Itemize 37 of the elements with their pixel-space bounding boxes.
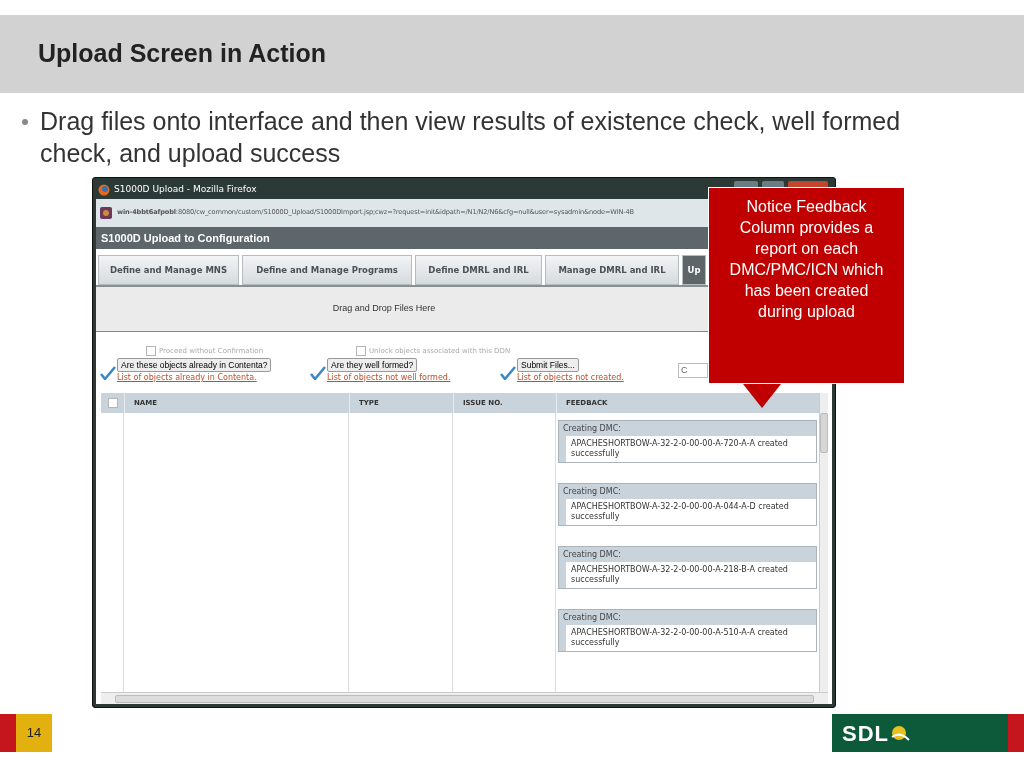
app-title: S1000D Upload to Configuration: [101, 230, 270, 246]
step-button[interactable]: Are they well formed?: [327, 358, 418, 372]
site-icon: [100, 207, 112, 219]
logo-text: SDL: [842, 719, 889, 748]
globe-icon: [890, 723, 910, 743]
checkbox[interactable]: [107, 398, 118, 408]
bullet-text: Drag files onto interface and then view results of existence check, well formed check, and upload success: [40, 106, 902, 169]
tab[interactable]: Define DMRL and IRL: [415, 255, 542, 285]
result-link[interactable]: List of objects already in Contenta.: [117, 372, 257, 384]
step-button[interactable]: Submit Files...: [517, 358, 579, 372]
vertical-scrollbar[interactable]: [819, 393, 828, 692]
accent-stripe: [0, 714, 16, 752]
feedback-heading: Creating DMC:: [563, 485, 621, 498]
input-field[interactable]: C: [678, 362, 708, 378]
checkbox[interactable]: [146, 346, 156, 356]
browser-icon: [98, 184, 110, 196]
step-button[interactable]: Are these objects already in Contenta?: [117, 358, 272, 372]
tab[interactable]: Up: [682, 255, 706, 285]
bullet-icon: [22, 119, 28, 125]
result-link[interactable]: List of objects not well formed.: [327, 372, 451, 384]
feedback-message: APACHESHORTBOW-A-32-2-0-00-00-A-218-B-A created successfully: [570, 564, 789, 586]
tab[interactable]: Define and Manage MNS: [98, 255, 239, 285]
tab[interactable]: Define and Manage Programs: [242, 255, 412, 285]
window-title: S1000D Upload - Mozilla Firefox: [114, 183, 257, 197]
checkbox[interactable]: [356, 346, 366, 356]
result-link[interactable]: List of objects not created.: [517, 372, 624, 384]
feedback-message: APACHESHORTBOW-A-32-2-0-00-00-A-720-A-A created successfully: [570, 438, 789, 460]
page-number: 14: [26, 724, 42, 743]
tab[interactable]: Manage DMRL and IRL: [545, 255, 679, 285]
feedback-message: APACHESHORTBOW-A-32-2-0-00-00-A-044-A-D created successfully: [570, 501, 790, 523]
accent-stripe: [1008, 714, 1024, 752]
slide-title: Upload Screen in Action: [38, 38, 326, 70]
feedback-heading: Creating DMC:: [563, 548, 621, 561]
feedback-message: APACHESHORTBOW-A-32-2-0-00-00-A-510-A-A created successfully: [570, 627, 789, 649]
feedback-heading: Creating DMC:: [563, 422, 621, 435]
horizontal-scrollbar[interactable]: [101, 692, 828, 704]
feedback-heading: Creating DMC:: [563, 611, 621, 624]
